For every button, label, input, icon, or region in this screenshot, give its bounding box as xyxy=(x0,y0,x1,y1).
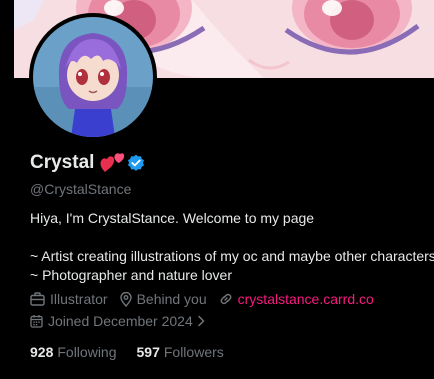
joined-item[interactable]: Joined December 2024 xyxy=(30,313,210,329)
profession-item: Illustrator xyxy=(30,291,108,307)
profession-label: Illustrator xyxy=(50,291,108,307)
website-link[interactable]: crystalstance.carrd.co xyxy=(238,291,374,307)
bio-line-artist: ~ Artist creating illustrations of my oc… xyxy=(30,248,434,264)
bio-line-greeting: Hiya, I'm CrystalStance. Welcome to my p… xyxy=(30,210,315,226)
follow-stats: 928 Following 597 Followers xyxy=(30,344,244,360)
briefcase-icon xyxy=(30,292,45,306)
bio-line-photographer: ~ Photographer and nature lover xyxy=(30,267,232,283)
display-name: Crystal xyxy=(30,152,95,173)
two-hearts-icon xyxy=(99,152,125,174)
followers-count: 597 xyxy=(136,344,160,360)
profile-meta-row: Illustrator Behind you crystalstance.car… xyxy=(30,291,386,307)
left-border xyxy=(0,0,14,379)
name-row: Crystal xyxy=(30,152,145,174)
profile-handle: @CrystalStance xyxy=(30,181,132,197)
website-item[interactable]: crystalstance.carrd.co xyxy=(219,291,374,307)
location-label: Behind you xyxy=(136,291,207,307)
location-item: Behind you xyxy=(119,291,207,307)
chevron-right-icon xyxy=(198,315,205,327)
location-pin-icon xyxy=(119,291,132,307)
profile-avatar[interactable] xyxy=(29,13,157,141)
following-stat[interactable]: 928 Following xyxy=(30,344,117,360)
joined-label: Joined December 2024 xyxy=(48,313,193,329)
followers-label: Followers xyxy=(163,344,224,360)
bio-spacer xyxy=(30,228,430,247)
link-icon xyxy=(220,293,232,305)
followers-stat[interactable]: 597 Followers xyxy=(137,344,224,360)
joined-row[interactable]: Joined December 2024 xyxy=(30,313,210,329)
following-label: Following xyxy=(57,344,117,360)
verified-badge-icon[interactable] xyxy=(127,154,145,172)
profile-bio: Hiya, I'm CrystalStance. Welcome to my p… xyxy=(30,209,434,285)
calendar-icon xyxy=(30,315,43,328)
avatar-image xyxy=(33,17,153,137)
following-count: 928 xyxy=(30,344,54,360)
